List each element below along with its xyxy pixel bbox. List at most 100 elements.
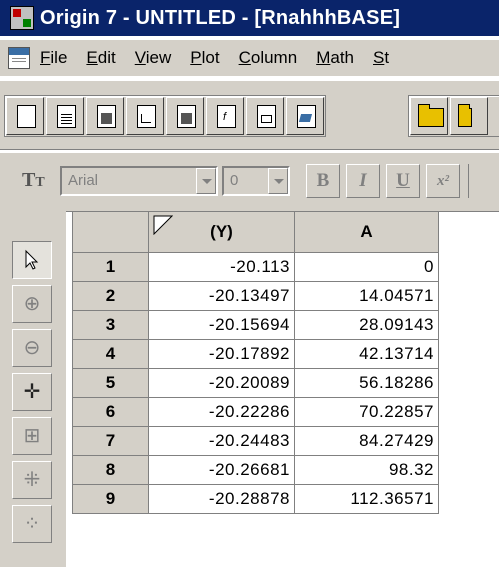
font-size-select[interactable]: 0 [222, 166, 290, 196]
menu-file[interactable]: File [40, 48, 67, 68]
cell-y[interactable]: -20.24483 [148, 426, 295, 456]
cell-a[interactable]: 14.04571 [294, 281, 439, 311]
cell-a[interactable]: 98.32 [294, 455, 439, 485]
table-row[interactable]: 9 -20.28878 112.36571 [72, 484, 439, 514]
font-name-select[interactable]: Arial [60, 166, 218, 196]
row-number[interactable]: 6 [72, 397, 149, 427]
zoom-in-tool[interactable]: ⊕ [12, 285, 52, 323]
menu-statistics[interactable]: St [373, 48, 389, 68]
row-number[interactable]: 2 [72, 281, 149, 311]
worksheet-icon[interactable] [8, 47, 30, 69]
column-corner-icon [153, 215, 173, 235]
zoom-out-tool[interactable]: ⊖ [12, 329, 52, 367]
new-function-button[interactable] [206, 97, 244, 135]
table-row[interactable]: 4 -20.17892 42.13714 [72, 339, 439, 369]
cell-y[interactable]: -20.28878 [148, 484, 295, 514]
cell-y[interactable]: -20.22286 [148, 397, 295, 427]
row-number[interactable]: 9 [72, 484, 149, 514]
pointer-tool[interactable] [12, 241, 52, 279]
mask-tool[interactable]: ⁘ [12, 505, 52, 543]
row-number[interactable]: 1 [72, 252, 149, 282]
screen-reader-tool[interactable]: ✛ [12, 373, 52, 411]
new-worksheet-button[interactable] [46, 97, 84, 135]
new-note-button[interactable] [286, 97, 324, 135]
standard-toolbar [0, 80, 499, 150]
menu-view[interactable]: View [135, 48, 172, 68]
cell-y[interactable]: -20.26681 [148, 455, 295, 485]
column-label: (Y) [210, 222, 233, 241]
cell-y[interactable]: -20.113 [148, 252, 295, 282]
row-number[interactable]: 3 [72, 310, 149, 340]
table-row[interactable]: 1 -20.113 0 [72, 252, 439, 282]
origin-app-icon[interactable] [10, 6, 34, 30]
open-template-button[interactable] [450, 97, 488, 135]
italic-button[interactable]: I [346, 164, 380, 198]
menu-bar: File Edit View Plot Column Math St [0, 40, 499, 76]
table-row[interactable]: 7 -20.24483 84.27429 [72, 426, 439, 456]
cell-a[interactable]: 112.36571 [294, 484, 439, 514]
data-reader-tool[interactable]: ⁜ [12, 461, 52, 499]
mask-icon: ⁘ [23, 513, 41, 535]
new-excel-button[interactable] [86, 97, 124, 135]
new-function-icon [217, 105, 236, 128]
data-reader-icon: ⁜ [23, 469, 41, 491]
new-project-button[interactable] [6, 97, 44, 135]
chevron-down-icon[interactable] [196, 168, 216, 194]
table-row[interactable]: 5 -20.20089 56.18286 [72, 368, 439, 398]
chevron-down-icon[interactable] [268, 168, 288, 194]
new-worksheet-icon [57, 105, 76, 128]
cell-a[interactable]: 28.09143 [294, 310, 439, 340]
menu-plot[interactable]: Plot [190, 48, 219, 68]
cell-y[interactable]: -20.15694 [148, 310, 295, 340]
zoom-in-icon: ⊕ [23, 293, 41, 315]
open-template-icon [458, 104, 472, 127]
cell-y[interactable]: -20.13497 [148, 281, 295, 311]
new-window-group [4, 95, 326, 137]
table-row[interactable]: 6 -20.22286 70.22857 [72, 397, 439, 427]
zoom-out-icon: ⊖ [23, 337, 41, 359]
new-matrix-button[interactable] [166, 97, 204, 135]
format-toolbar: TT Arial 0 B I U x² [0, 152, 499, 212]
menu-column[interactable]: Column [239, 48, 298, 68]
font-icon: TT [22, 169, 45, 191]
column-header-a[interactable]: A [294, 211, 439, 253]
cell-y[interactable]: -20.17892 [148, 339, 295, 369]
new-excel-icon [97, 105, 116, 128]
column-header-y[interactable]: (Y) [148, 211, 295, 253]
new-project-icon [17, 105, 36, 128]
bold-button[interactable]: B [306, 164, 340, 198]
new-layout-button[interactable] [246, 97, 284, 135]
font-size-value: 0 [230, 172, 239, 189]
data-selector-tool[interactable]: ⊞ [12, 417, 52, 455]
table-row[interactable]: 2 -20.13497 14.04571 [72, 281, 439, 311]
menu-edit[interactable]: Edit [86, 48, 115, 68]
window-title: Origin 7 - UNTITLED - [RnahhhBASE] [40, 6, 401, 29]
worksheet-grid[interactable]: (Y) A 1 -20.113 0 2 -20.13497 14.04571 3 -20.15… [72, 211, 439, 514]
cell-a[interactable]: 0 [294, 252, 439, 282]
new-matrix-icon [177, 105, 196, 128]
cell-a[interactable]: 42.13714 [294, 339, 439, 369]
title-bar[interactable]: Origin 7 - UNTITLED - [RnahhhBASE] [0, 0, 499, 36]
cell-a[interactable]: 56.18286 [294, 368, 439, 398]
select-all-corner[interactable] [72, 211, 149, 253]
cell-a[interactable]: 84.27429 [294, 426, 439, 456]
underline-button[interactable]: U [386, 164, 420, 198]
new-graph-button[interactable] [126, 97, 164, 135]
new-layout-icon [257, 105, 276, 128]
table-row[interactable]: 8 -20.26681 98.32 [72, 455, 439, 485]
new-graph-icon [137, 105, 156, 128]
row-number[interactable]: 4 [72, 339, 149, 369]
superscript-button[interactable]: x² [426, 164, 460, 198]
open-icon [418, 104, 444, 127]
cell-a[interactable]: 70.22857 [294, 397, 439, 427]
cell-y[interactable]: -20.20089 [148, 368, 295, 398]
open-button[interactable] [410, 97, 448, 135]
row-number[interactable]: 5 [72, 368, 149, 398]
crosshair-icon: ✛ [23, 381, 41, 403]
toolbar-divider [468, 164, 499, 198]
open-group [408, 95, 499, 137]
menu-math[interactable]: Math [316, 48, 354, 68]
row-number[interactable]: 7 [72, 426, 149, 456]
table-row[interactable]: 3 -20.15694 28.09143 [72, 310, 439, 340]
row-number[interactable]: 8 [72, 455, 149, 485]
